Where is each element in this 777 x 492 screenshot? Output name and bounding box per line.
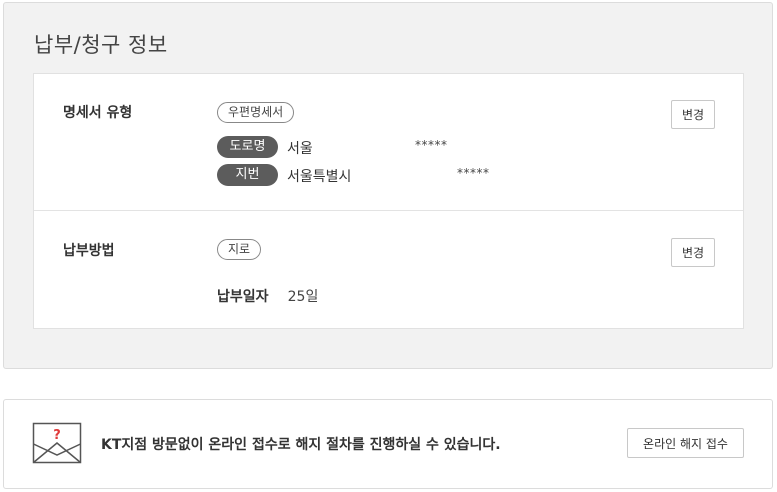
termination-message: KT지점 방문없이 온라인 접수로 해지 절차를 진행하실 수 있습니다. <box>101 437 501 453</box>
payment-method-row: 납부방법 지로 변경 납부일자 25일 <box>34 211 743 330</box>
section-title: 납부/청구 정보 <box>34 33 168 57</box>
svg-text:?: ? <box>53 428 61 443</box>
statement-type-row: 명세서 유형 우편명세서 변경 도로명 서울 ***** 지번 서울특별시 **… <box>34 74 743 211</box>
road-address-text: 서울 <box>287 141 313 157</box>
envelope-question-icon: ? <box>32 422 82 464</box>
statement-type-label: 명세서 유형 <box>63 105 133 121</box>
road-address-masked: ***** <box>415 138 448 152</box>
lot-address-tag: 지번 <box>217 164 278 186</box>
online-termination-button[interactable]: 온라인 해지 접수 <box>627 428 744 458</box>
lot-address-line: 지번 서울특별시 ***** <box>217 164 697 186</box>
due-date-value: 25일 <box>287 289 319 305</box>
payment-method-label: 납부방법 <box>63 243 115 259</box>
road-address-line: 도로명 서울 ***** <box>217 136 697 158</box>
payment-change-button[interactable]: 변경 <box>671 238 715 267</box>
payment-method-badge: 지로 <box>217 239 262 260</box>
lot-address-masked: ***** <box>457 166 490 180</box>
due-date-label: 납부일자 <box>217 289 269 305</box>
billing-info-section: 납부/청구 정보 명세서 유형 우편명세서 변경 도로명 서울 ***** 지번… <box>3 2 773 369</box>
due-date-line: 납부일자 25일 <box>217 286 318 306</box>
billing-info-card: 명세서 유형 우편명세서 변경 도로명 서울 ***** 지번 서울특별시 **… <box>33 73 744 329</box>
online-termination-banner: ? KT지점 방문없이 온라인 접수로 해지 절차를 진행하실 수 있습니다. … <box>3 399 773 489</box>
statement-type-badge: 우편명세서 <box>217 102 295 123</box>
lot-address-text: 서울특별시 <box>287 169 352 185</box>
statement-change-button[interactable]: 변경 <box>671 100 715 129</box>
road-address-tag: 도로명 <box>217 136 278 158</box>
